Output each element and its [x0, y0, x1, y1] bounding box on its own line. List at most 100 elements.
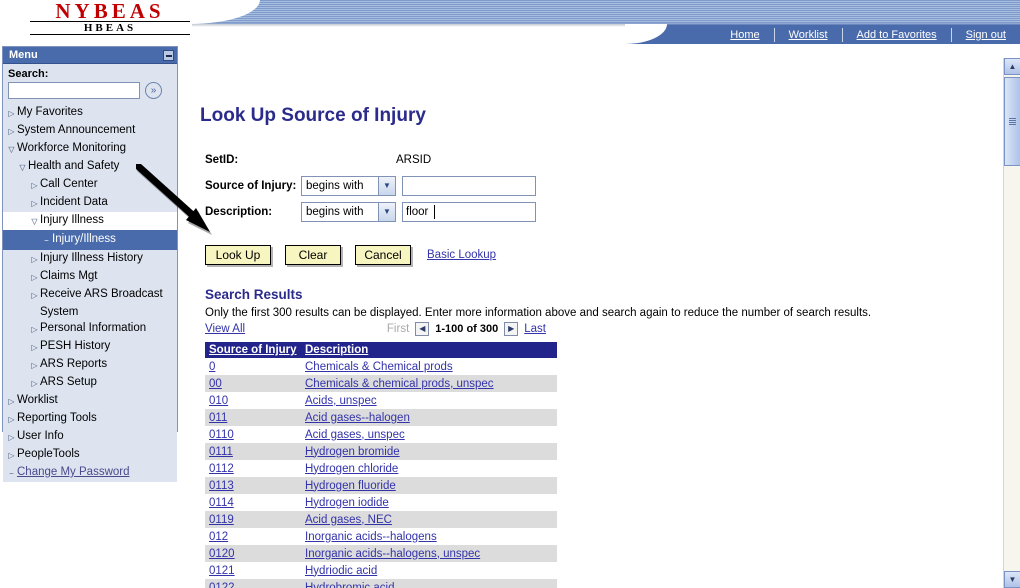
table-row: 0111 Hydrogen bromide	[205, 443, 557, 460]
sidebar-item-receive-ars-broadcast[interactable]: ▷ Receive ARS Broadcast	[3, 286, 177, 304]
results-pager: View All First ◀ 1-100 of 300 ▶ Last	[196, 319, 546, 336]
sidebar-item-incident-data[interactable]: ▷ Incident Data	[3, 194, 177, 212]
source-of-injury-operator-select[interactable]: begins with ▼	[301, 175, 396, 196]
sidebar-item-label: Receive ARS Broadcast	[40, 288, 163, 300]
table-row: 0121 Hydriodic acid	[205, 562, 557, 579]
sidebar-item-user-info[interactable]: ▷ User Info	[3, 428, 177, 446]
description-label: Description:	[205, 205, 273, 218]
scrollbar-thumb[interactable]	[1004, 77, 1020, 166]
scroll-down-button[interactable]: ▼	[1004, 571, 1020, 588]
chevron-right-icon: ▷	[8, 397, 15, 406]
row-code-link[interactable]: 0113	[209, 480, 234, 492]
chevron-right-icon: ▷	[31, 199, 38, 208]
sidebar-item-personal-information[interactable]: ▷ Personal Information	[3, 320, 177, 338]
sidebar-item-label: PESH History	[40, 340, 111, 352]
scroll-up-button[interactable]: ▲	[1004, 58, 1020, 75]
minimize-icon[interactable]	[163, 49, 174, 61]
table-row: 0 Chemicals & Chemical prods	[205, 358, 557, 375]
sidebar-item-call-center[interactable]: ▷ Call Center	[3, 176, 177, 194]
sidebar-item-health-and-safety[interactable]: ▽ Health and Safety	[3, 158, 177, 176]
row-description-link[interactable]: Chemicals & Chemical prods	[305, 361, 453, 373]
look-up-button[interactable]: Look Up	[205, 245, 271, 265]
row-code-link[interactable]: 012	[209, 531, 228, 543]
sidebar-item-change-my-password[interactable]: − Change My Password	[3, 464, 177, 482]
row-code-link[interactable]: 0112	[209, 463, 234, 475]
cell-code: 0121	[205, 562, 301, 579]
sidebar-item-ars-setup[interactable]: ▷ ARS Setup	[3, 374, 177, 392]
basic-lookup-link[interactable]: Basic Lookup	[427, 249, 496, 261]
row-code-link[interactable]: 0122	[209, 582, 235, 588]
nav-worklist[interactable]: Worklist	[775, 29, 842, 41]
row-code-link[interactable]: 0114	[209, 497, 234, 509]
sidebar-item-worklist[interactable]: ▷ Worklist	[3, 392, 177, 410]
row-description-link[interactable]: Inorganic acids--halogens, unspec	[305, 548, 480, 560]
row-code-link[interactable]: 0111	[209, 446, 233, 458]
row-description-link[interactable]: Hydrogen chloride	[305, 463, 398, 475]
dash-icon: −	[44, 236, 49, 245]
row-code-link[interactable]: 0120	[209, 548, 235, 560]
sidebar-item-injury-illness-history[interactable]: ▷ Injury Illness History	[3, 250, 177, 268]
last-page-link[interactable]: Last	[524, 323, 546, 335]
row-description-link[interactable]: Hydrogen iodide	[305, 497, 389, 509]
description-operator-select[interactable]: begins with ▼	[301, 201, 396, 222]
chevron-right-icon: ▷	[31, 325, 38, 334]
nav-add-to-favorites[interactable]: Add to Favorites	[843, 29, 951, 41]
double-chevron-right-icon[interactable]: »	[145, 82, 162, 99]
sidebar-item-label: Health and Safety	[28, 160, 120, 172]
clear-button[interactable]: Clear	[285, 245, 341, 265]
cell-description: Hydrogen chloride	[301, 460, 557, 477]
source-of-injury-input[interactable]	[402, 175, 536, 196]
new-window-row: New Window | http	[886, 68, 1020, 84]
sidebar-item-peopletools[interactable]: ▷ PeopleTools	[3, 446, 177, 464]
row-description-link[interactable]: Hydrogen fluoride	[305, 480, 396, 492]
description-input[interactable]	[402, 201, 536, 222]
row-description-link[interactable]: Hydrobromic acid	[305, 582, 394, 588]
sidebar-item-injury-illness[interactable]: ▽ Injury Illness	[3, 212, 177, 230]
app-logo: NYBEAS HBEAS	[30, 0, 190, 35]
row-description-link[interactable]: Hydriodic acid	[305, 565, 377, 577]
row-description-link[interactable]: Acids, unspec	[305, 395, 377, 407]
row-code-link[interactable]: 010	[209, 395, 228, 407]
next-page-button[interactable]: ▶	[504, 322, 519, 336]
table-row: 00 Chemicals & chemical prods, unspec	[205, 375, 557, 392]
row-code-link[interactable]: 00	[209, 378, 222, 390]
cancel-button[interactable]: Cancel	[355, 245, 411, 265]
sidebar-item-label: Reporting Tools	[17, 412, 97, 424]
pager-count-label: 1-100 of 300	[435, 323, 499, 335]
row-description-link[interactable]: Hydrogen bromide	[305, 446, 400, 458]
view-all-link[interactable]: View All	[205, 323, 245, 335]
nav-sign-out[interactable]: Sign out	[952, 29, 1020, 41]
row-code-link[interactable]: 0119	[209, 514, 234, 526]
row-description-link[interactable]: Acid gases, NEC	[305, 514, 392, 526]
previous-page-button[interactable]: ◀	[415, 322, 430, 336]
sidebar-item-injury-illness-page[interactable]: − Injury/Illness	[3, 230, 177, 250]
table-row: 012 Inorganic acids--halogens	[205, 528, 557, 545]
sidebar-item-receive-ars-broadcast-line2[interactable]: System	[3, 304, 177, 320]
row-code-link[interactable]: 0	[209, 361, 215, 373]
sidebar-item-workforce-monitoring[interactable]: ▽ Workforce Monitoring	[3, 140, 177, 158]
cell-description: Hydriodic acid	[301, 562, 557, 579]
row-description-link[interactable]: Acid gases, unspec	[305, 429, 405, 441]
chevron-down-icon: ▼	[378, 176, 395, 195]
search-input[interactable]	[8, 82, 140, 99]
sidebar-item-ars-reports[interactable]: ▷ ARS Reports	[3, 356, 177, 374]
row-description-link[interactable]: Acid gases--halogen	[305, 412, 410, 424]
sidebar-item-label: Injury Illness	[40, 214, 104, 226]
row-code-link[interactable]: 0121	[209, 565, 235, 577]
vertical-scrollbar[interactable]: ▲ ▼	[1003, 58, 1020, 588]
row-code-link[interactable]: 011	[209, 412, 227, 424]
sidebar-item-my-favorites[interactable]: ▷ My Favorites	[3, 104, 177, 122]
sidebar-item-claims-mgt[interactable]: ▷ Claims Mgt	[3, 268, 177, 286]
row-code-link[interactable]: 0110	[209, 429, 234, 441]
page-root: NYBEAS HBEAS Home Worklist Add to Favori…	[0, 0, 1020, 588]
sidebar-item-reporting-tools[interactable]: ▷ Reporting Tools	[3, 410, 177, 428]
cell-code: 0113	[205, 477, 301, 494]
row-description-link[interactable]: Chemicals & chemical prods, unspec	[305, 378, 494, 390]
row-description-link[interactable]: Inorganic acids--halogens	[305, 531, 437, 543]
logo-primary-text: NYBEAS	[30, 0, 190, 22]
sidebar-item-system-announcement[interactable]: ▷ System Announcement	[3, 122, 177, 140]
chevron-right-icon: ▷	[8, 451, 15, 460]
table-row: 011 Acid gases--halogen	[205, 409, 557, 426]
nav-home[interactable]: Home	[716, 29, 773, 41]
sidebar-item-pesh-history[interactable]: ▷ PESH History	[3, 338, 177, 356]
